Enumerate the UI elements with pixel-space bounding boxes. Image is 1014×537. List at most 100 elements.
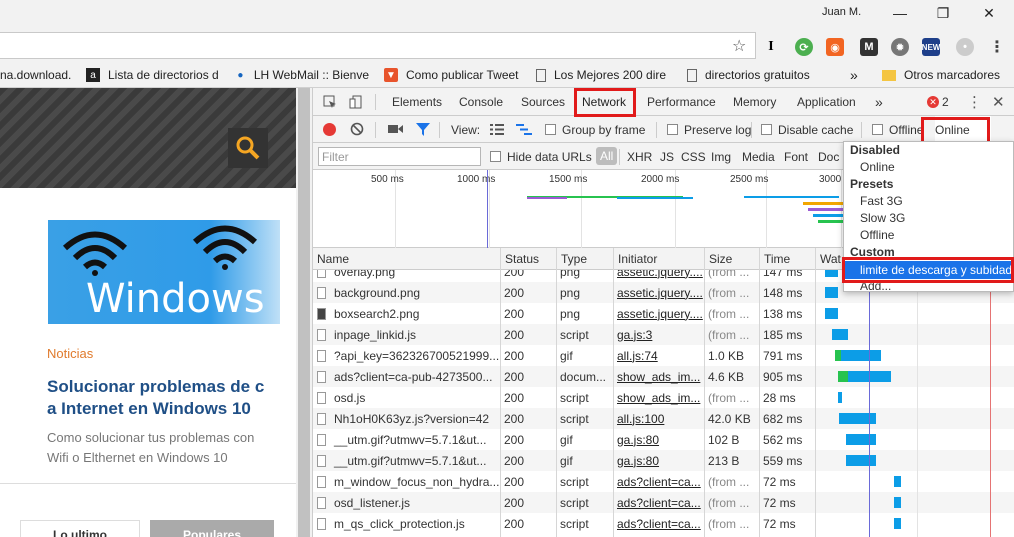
large-rows-icon[interactable] bbox=[490, 124, 504, 135]
bookmark-item[interactable]: Los Mejores 200 dire bbox=[536, 63, 672, 87]
tab-sources[interactable]: Sources bbox=[521, 88, 565, 116]
column-size[interactable]: Size bbox=[704, 248, 732, 270]
extension-gear-icon[interactable]: ✹ bbox=[891, 38, 909, 56]
device-toolbar-icon[interactable] bbox=[349, 95, 363, 109]
cell-initiator[interactable]: all.js:74 bbox=[613, 345, 704, 366]
cell-initiator[interactable]: ads?client=ca... bbox=[613, 492, 704, 513]
restore-button[interactable]: ❐ bbox=[920, 0, 966, 26]
cell-initiator[interactable]: ads?client=ca... bbox=[613, 513, 704, 534]
record-icon[interactable] bbox=[323, 123, 336, 136]
menu-item-offline[interactable]: Offline bbox=[860, 228, 894, 242]
column-type[interactable]: Type bbox=[556, 248, 587, 270]
bookmark-star-icon[interactable]: ☆ bbox=[732, 36, 746, 56]
devtools-menu-icon[interactable]: ⋮ bbox=[967, 88, 982, 116]
error-counter[interactable]: ✕ 2 bbox=[927, 88, 949, 116]
column-initiator[interactable]: Initiator bbox=[613, 248, 657, 270]
tab-memory[interactable]: Memory bbox=[733, 88, 776, 116]
menu-item-add[interactable]: Add... bbox=[860, 279, 891, 293]
tab-performance[interactable]: Performance bbox=[647, 88, 716, 116]
scrollbar-thumb[interactable] bbox=[298, 88, 310, 537]
filter-type-all[interactable]: All bbox=[596, 147, 618, 165]
minimize-button[interactable]: — bbox=[877, 0, 923, 26]
group-by-frame-checkbox[interactable]: Group by frame bbox=[545, 116, 645, 143]
menu-item-fast-3g[interactable]: Fast 3G bbox=[860, 194, 903, 208]
column-status[interactable]: Status bbox=[500, 248, 539, 270]
request-row[interactable]: __utm.gif?utmwv=5.7.1&ut... 200 gif ga.js:8… bbox=[313, 450, 1014, 471]
request-row[interactable]: boxsearch2.png 200 png assetic.jquery.... (f… bbox=[313, 303, 1014, 324]
request-row[interactable]: ads?client=ca-pub-4273500... 200 docum... s… bbox=[313, 366, 1014, 387]
offline-checkbox[interactable]: Offline bbox=[872, 116, 926, 143]
bookmark-item[interactable]: ▼ Como publicar Tweet bbox=[384, 63, 522, 87]
cell-initiator[interactable]: ga.js:3 bbox=[613, 324, 704, 345]
filter-type-font[interactable]: Font bbox=[784, 143, 808, 170]
request-row[interactable]: m_window_focus_non_hydra... 200 script ads?… bbox=[313, 471, 1014, 492]
capture-screenshots-icon[interactable] bbox=[388, 123, 403, 135]
other-bookmarks-folder[interactable]: Otros marcadores bbox=[882, 63, 1012, 87]
cell-initiator[interactable]: assetic.jquery.... bbox=[613, 270, 704, 282]
profile-name[interactable]: Juan M. bbox=[822, 6, 861, 18]
disable-cache-checkbox[interactable]: Disable cache bbox=[761, 116, 853, 143]
waterfall-overview-icon[interactable] bbox=[516, 124, 532, 135]
filter-type-doc[interactable]: Doc bbox=[818, 143, 839, 170]
extension-new-icon[interactable]: NEW bbox=[922, 38, 940, 56]
request-row[interactable]: Nh1oH0K63yz.js?version=42 200 script all.js… bbox=[313, 408, 1014, 429]
article-category[interactable]: Noticias bbox=[47, 346, 93, 361]
cell-initiator[interactable]: assetic.jquery.... bbox=[613, 282, 704, 303]
request-row[interactable]: osd.js 200 script show_ads_im... (from ... 28… bbox=[313, 387, 1014, 408]
column-time[interactable]: Time bbox=[759, 248, 790, 270]
bookmark-item[interactable]: directorios gratuitos bbox=[687, 63, 821, 87]
menu-item-custom-profile[interactable]: limite de descarga y subidad bbox=[844, 261, 1013, 279]
tab-application[interactable]: Application bbox=[797, 88, 856, 116]
bookmark-item[interactable]: a Lista de directorios d bbox=[86, 63, 224, 87]
throttling-select[interactable]: Online bbox=[935, 116, 991, 143]
filter-type-css[interactable]: CSS bbox=[681, 143, 706, 170]
filter-type-img[interactable]: Img bbox=[711, 143, 731, 170]
filter-type-media[interactable]: Media bbox=[742, 143, 775, 170]
filter-icon[interactable] bbox=[416, 123, 430, 136]
tab-console[interactable]: Console bbox=[459, 88, 503, 116]
cell-initiator[interactable]: all.js:100 bbox=[613, 408, 704, 429]
tab-network[interactable]: Network bbox=[582, 88, 626, 116]
cell-initiator[interactable]: assetic.jquery.... bbox=[613, 303, 704, 324]
column-name[interactable]: Name bbox=[313, 248, 349, 270]
more-tabs-button[interactable]: » bbox=[875, 88, 883, 116]
cell-initiator[interactable]: show_ads_im... bbox=[613, 366, 704, 387]
request-row[interactable]: m_qs_click_protection.js 200 script ads?cli… bbox=[313, 513, 1014, 534]
bookmark-item[interactable]: na.download. bbox=[0, 63, 75, 87]
clear-icon[interactable] bbox=[350, 122, 364, 136]
preserve-log-checkbox[interactable]: Preserve log bbox=[667, 116, 751, 143]
cell-initiator[interactable]: ads?client=ca... bbox=[613, 471, 704, 492]
extension-m-icon[interactable]: M bbox=[860, 38, 878, 56]
close-window-button[interactable]: ✕ bbox=[966, 0, 1012, 26]
request-row[interactable]: inpage_linkid.js 200 script ga.js:3 (from ..… bbox=[313, 324, 1014, 345]
article-thumbnail[interactable]: Windows 1 bbox=[48, 220, 280, 324]
request-row[interactable]: __utm.gif?utmwv=5.7.1&ut... 200 gif ga.js:8… bbox=[313, 429, 1014, 450]
menu-item-slow-3g[interactable]: Slow 3G bbox=[860, 211, 905, 225]
rss-icon[interactable]: ◉ bbox=[826, 38, 844, 56]
filter-input[interactable]: Filter bbox=[318, 147, 481, 166]
request-row[interactable]: osd_listener.js 200 script ads?client=ca...… bbox=[313, 492, 1014, 513]
inspect-element-icon[interactable] bbox=[323, 95, 337, 109]
filter-type-js[interactable]: JS bbox=[660, 143, 674, 170]
extension-green-icon[interactable]: ⟳ bbox=[795, 38, 813, 56]
tab-elements[interactable]: Elements bbox=[392, 88, 442, 116]
omnibox-input[interactable] bbox=[0, 32, 756, 59]
tab-latest[interactable]: Lo ultimo bbox=[20, 520, 140, 537]
site-search-button[interactable] bbox=[228, 128, 268, 168]
page-scrollbar[interactable] bbox=[296, 88, 312, 537]
extension-gray-icon[interactable]: • bbox=[956, 38, 974, 56]
article-title[interactable]: Solucionar problemas de c a Internet en … bbox=[47, 376, 287, 420]
tab-popular[interactable]: Populares bbox=[150, 520, 274, 537]
menu-item-online[interactable]: Online bbox=[860, 160, 895, 174]
bookmark-item[interactable]: ● LH WebMail :: Bienve bbox=[235, 63, 369, 87]
cell-initiator[interactable]: ga.js:80 bbox=[613, 429, 704, 450]
cell-initiator[interactable]: ga.js:80 bbox=[613, 450, 704, 471]
request-row[interactable]: ?api_key=362326700521999... 200 gif all.js:… bbox=[313, 345, 1014, 366]
close-devtools-icon[interactable]: ✕ bbox=[992, 88, 1005, 116]
chrome-menu-icon[interactable]: ⋮ bbox=[988, 38, 1006, 56]
extension-i-icon[interactable]: I bbox=[762, 38, 780, 56]
bookmarks-overflow-button[interactable]: » bbox=[850, 63, 864, 87]
filter-type-xhr[interactable]: XHR bbox=[627, 143, 652, 170]
column-waterfall[interactable]: Wat bbox=[815, 248, 841, 270]
hide-data-urls-checkbox[interactable]: Hide data URLs bbox=[490, 143, 592, 170]
